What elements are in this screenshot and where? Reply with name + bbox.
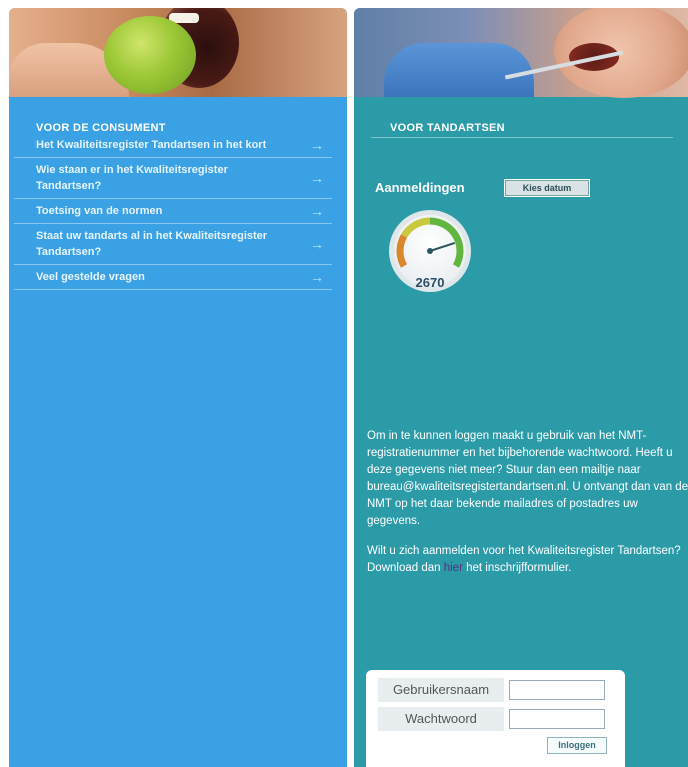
menu-item-label: Staat uw tandarts al in het Kwaliteitsre… — [36, 230, 268, 258]
heading-divider — [371, 137, 673, 138]
gauge-arc-low — [396, 234, 408, 268]
menu-item-kwaliteitsregister-in-het-kort[interactable]: Het Kwaliteitsregister Tandartsen in het… — [14, 133, 332, 158]
username-label: Gebruikersnaam — [392, 682, 490, 697]
arrow-right-icon: → — [310, 137, 324, 153]
registrations-label: Aanmeldingen — [375, 180, 465, 195]
menu-item-veel-gestelde-vragen[interactable]: Veel gestelde vragen → — [14, 265, 332, 290]
glove-shape — [384, 43, 534, 97]
arrow-right-icon: → — [310, 170, 324, 186]
arrow-right-icon: → — [310, 203, 324, 219]
password-input[interactable] — [509, 709, 605, 729]
username-input[interactable] — [509, 680, 605, 700]
info-text-after-link: het inschrijfformulier. — [462, 562, 572, 574]
registrations-gauge: 2670 — [389, 210, 471, 292]
menu-item-wie-staan-er-in[interactable]: Wie staan er in het Kwaliteitsregister T… — [14, 158, 332, 199]
dentists-heading: VOOR TANDARTSEN — [390, 122, 505, 134]
apple-icon — [104, 16, 196, 94]
dentists-header-image — [354, 8, 688, 98]
menu-item-label: Toetsing van de normen — [36, 205, 163, 217]
arrow-right-icon: → — [310, 269, 324, 285]
password-label: Wachtwoord — [405, 711, 477, 726]
arrow-right-icon: → — [310, 236, 324, 252]
info-paragraph-register: Wilt u zich aanmelden voor het Kwaliteit… — [367, 543, 688, 577]
login-button[interactable]: Inloggen — [547, 737, 607, 754]
gauge-value: 2670 — [416, 275, 445, 290]
menu-item-label: Het Kwaliteitsregister Tandartsen in het… — [36, 139, 267, 151]
login-box: Gebruikersnaam Wachtwoord Inloggen — [366, 670, 625, 767]
gauge-hub — [427, 248, 433, 254]
choose-date-button[interactable]: Kies datum — [504, 179, 590, 197]
download-form-link[interactable]: hier — [444, 562, 463, 574]
consumer-menu: Het Kwaliteitsregister Tandartsen in het… — [14, 133, 332, 290]
menu-item-label: Wie staan er in het Kwaliteitsregister T… — [36, 164, 228, 192]
info-paragraph: Om in te kunnen loggen maakt u gebruik v… — [367, 430, 688, 527]
consumer-header-image — [9, 8, 347, 97]
menu-item-staat-uw-tandarts[interactable]: Staat uw tandarts al in het Kwaliteitsre… — [14, 224, 332, 265]
menu-item-toetsing-normen[interactable]: Toetsing van de normen → — [14, 199, 332, 224]
login-info: Om in te kunnen loggen maakt u gebruik v… — [367, 428, 688, 590]
menu-item-label: Veel gestelde vragen — [36, 271, 145, 283]
